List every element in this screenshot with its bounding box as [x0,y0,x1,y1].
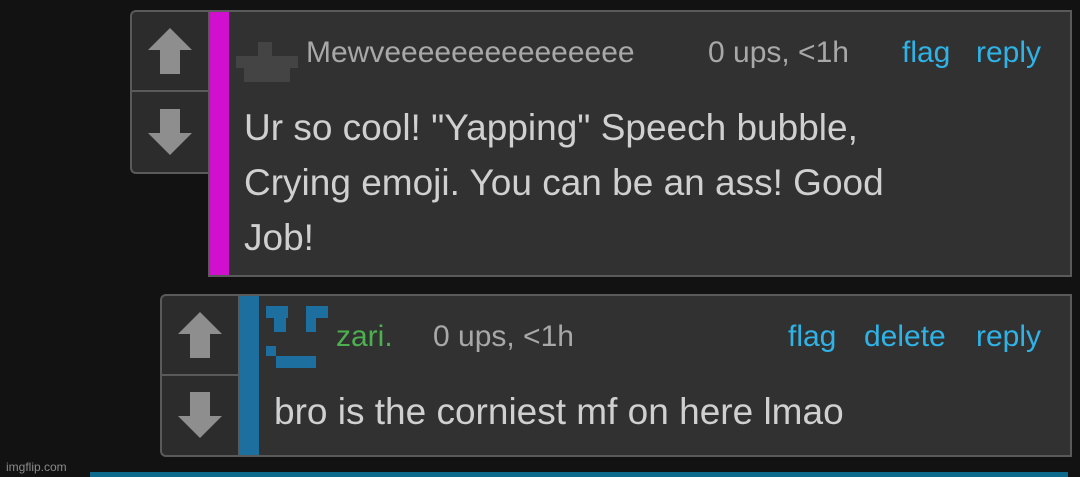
vote-box-1 [130,10,208,174]
delete-link[interactable]: delete [864,320,946,354]
comment-text-line: Job! [244,217,314,258]
comment-text: Ur so cool! "Yapping" Speech bubble, Cry… [244,100,884,265]
flag-link[interactable]: flag [788,320,836,354]
upvote-button[interactable] [132,12,208,92]
user-avatar [266,306,328,368]
vote-box-2 [160,294,238,457]
flag-link[interactable]: flag [902,36,950,70]
watermark: imgflip.com [6,460,67,474]
comment-text: bro is the corniest mf on here lmao [274,384,844,439]
user-avatar [236,42,298,82]
comment-text-line: Crying emoji. You can be an ass! Good [244,162,884,203]
downvote-button[interactable] [132,92,208,172]
comment-2: zari. 0 ups, <1h flag delete reply bro i… [238,294,1072,457]
comment-1: Mewveeeeeeeeeeeeeee 0 ups, <1h flag repl… [208,10,1072,277]
comment-accent-bar [240,296,259,455]
arrow-down-icon [178,392,222,439]
comment-username[interactable]: Mewveeeeeeeeeeeeeee [306,36,635,70]
downvote-button[interactable] [162,376,238,456]
arrow-up-icon [148,28,192,74]
comment-text-line: Ur so cool! "Yapping" Speech bubble, [244,107,858,148]
reply-link[interactable]: reply [976,320,1041,354]
reply-link[interactable]: reply [976,36,1041,70]
arrow-down-icon [148,109,192,155]
comment-meta: 0 ups, <1h [433,320,574,353]
upvote-button[interactable] [162,296,238,376]
arrow-up-icon [178,311,222,358]
comment-username[interactable]: zari. [336,320,393,354]
next-comment-edge [90,472,1068,477]
comment-text-line: bro is the corniest mf on here lmao [274,391,844,432]
comment-accent-bar [210,12,229,275]
comment-meta: 0 ups, <1h [708,36,849,69]
